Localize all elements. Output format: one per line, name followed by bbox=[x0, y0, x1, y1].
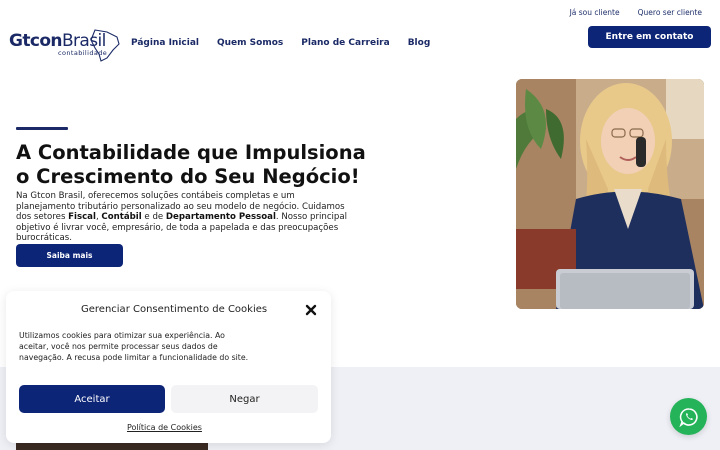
nav-pagina-inicial[interactable]: Página Inicial bbox=[131, 38, 199, 48]
logo-subtitle: contabilidade bbox=[58, 49, 108, 57]
close-icon[interactable] bbox=[305, 304, 317, 316]
link-ja-sou-cliente[interactable]: Já sou cliente bbox=[570, 8, 620, 17]
hero-description: Na Gtcon Brasil, oferecemos soluções con… bbox=[16, 191, 348, 244]
cookie-policy-link[interactable]: Política de Cookies bbox=[127, 423, 202, 432]
page: Já sou cliente Quero ser cliente GtconBr… bbox=[0, 0, 720, 450]
hero-photo-woman-on-phone bbox=[516, 79, 704, 309]
nav-blog[interactable]: Blog bbox=[408, 38, 431, 48]
whatsapp-button[interactable] bbox=[670, 398, 707, 435]
main-nav: Página Inicial Quem Somos Plano de Carre… bbox=[131, 38, 430, 48]
nav-quem-somos[interactable]: Quem Somos bbox=[217, 38, 283, 48]
saiba-mais-button[interactable]: Saiba mais bbox=[16, 244, 123, 267]
cookie-dialog-body: Utilizamos cookies para otimizar sua exp… bbox=[19, 331, 249, 362]
cookie-dialog-title: Gerenciar Consentimento de Cookies bbox=[81, 304, 268, 315]
logo[interactable]: GtconBrasil contabilidade bbox=[9, 28, 120, 62]
team-photo-partial bbox=[16, 443, 208, 450]
entre-em-contato-button[interactable]: Entre em contato bbox=[588, 26, 711, 48]
hero-title: A Contabilidade que Impulsiona o Crescim… bbox=[16, 141, 366, 188]
whatsapp-icon bbox=[678, 407, 698, 427]
hero-accent-bar bbox=[16, 127, 68, 130]
utility-links: Já sou cliente Quero ser cliente bbox=[570, 8, 702, 17]
link-quero-ser-cliente[interactable]: Quero ser cliente bbox=[638, 8, 702, 17]
cookie-consent-dialog: Gerenciar Consentimento de Cookies Utili… bbox=[6, 291, 331, 443]
accept-cookies-button[interactable]: Aceitar bbox=[19, 385, 165, 413]
logo-wordmark: GtconBrasil bbox=[9, 31, 106, 51]
deny-cookies-button[interactable]: Negar bbox=[171, 385, 318, 413]
nav-plano-de-carreira[interactable]: Plano de Carreira bbox=[301, 38, 389, 48]
